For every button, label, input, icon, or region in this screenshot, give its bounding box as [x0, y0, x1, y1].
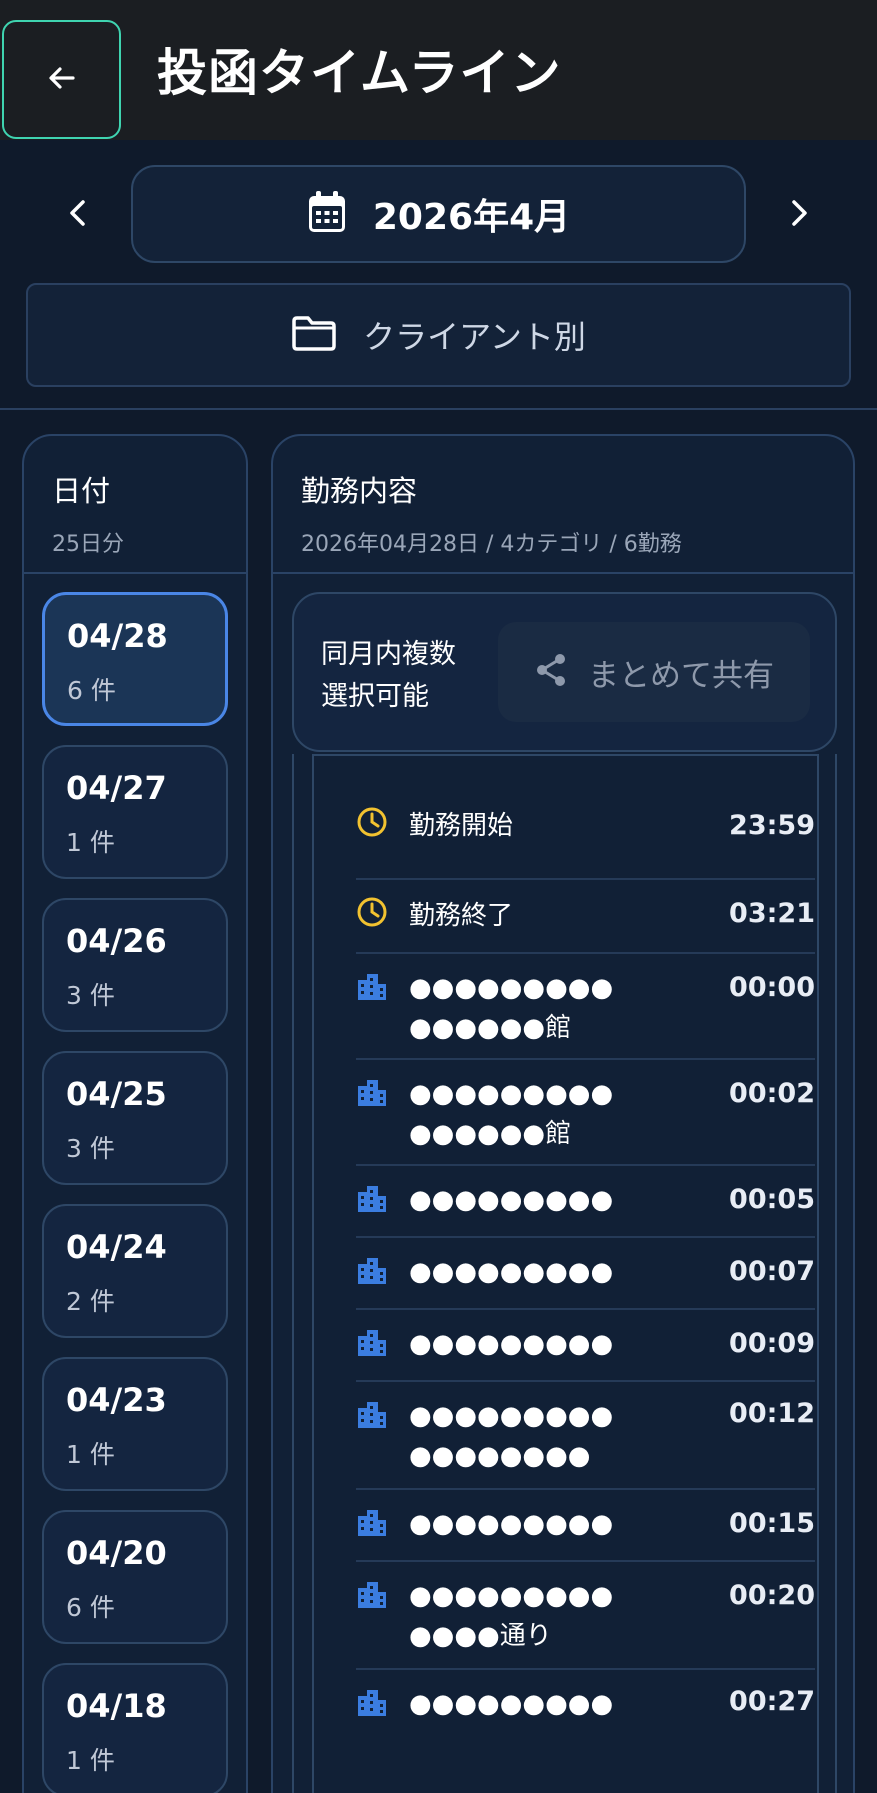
page-title: 投函タイムライン	[157, 44, 562, 102]
timeline-row-location[interactable]: ●●●●●●●●● ●●●●●●館 00:02	[356, 1060, 815, 1166]
date-count: 6 件	[66, 1593, 115, 1622]
timeline-row-location[interactable]: ●●●●●●●●● 00:15	[356, 1490, 815, 1562]
share-card: 同月内複数 選択可能 まとめて共有	[292, 592, 837, 752]
month-selector[interactable]: 2026年4月	[131, 165, 746, 263]
date-label: 04/18	[66, 1687, 167, 1725]
timeline-time: 00:05	[729, 1184, 815, 1215]
date-panel: 日付 25日分 04/28 6 件 04/27 1 件 04/26 3 件 04…	[22, 434, 248, 1793]
chevron-right-icon	[787, 198, 811, 232]
timeline-name: ●●●●●●●●● ●●●●●●館	[409, 1079, 614, 1149]
date-label: 04/27	[66, 769, 167, 807]
timeline-time: 00:00	[729, 972, 815, 1003]
clock-icon	[356, 806, 388, 838]
timeline-row-work-end[interactable]: 勤務終了 03:21	[356, 880, 815, 954]
date-item-0420[interactable]: 04/20 6 件	[42, 1510, 228, 1644]
timeline-row-location[interactable]: ●●●●●●●●● ●●●●●●●● 00:12	[356, 1382, 815, 1490]
client-filter-button[interactable]: クライアント別	[26, 283, 851, 387]
date-count: 1 件	[66, 1440, 115, 1469]
date-label: 04/23	[66, 1381, 167, 1419]
work-panel-subtitle: 2026年04月28日 / 4カテゴリ / 6勤務	[301, 532, 682, 557]
date-item-0423[interactable]: 04/23 1 件	[42, 1357, 228, 1491]
bulk-share-label: まとめて共有	[588, 657, 774, 694]
arrow-left-icon	[46, 62, 78, 98]
date-item-0424[interactable]: 04/24 2 件	[42, 1204, 228, 1338]
date-label: 04/25	[66, 1075, 167, 1113]
date-count: 6 件	[67, 676, 116, 705]
timeline-time: 00:27	[729, 1686, 815, 1717]
work-panel: 勤務内容 2026年04月28日 / 4カテゴリ / 6勤務 同月内複数 選択可…	[271, 434, 855, 1793]
date-count: 3 件	[66, 981, 115, 1010]
date-panel-title: 日付	[52, 474, 111, 508]
prev-month-button[interactable]	[53, 190, 103, 240]
timeline-name: ●●●●●●●●● ●●●●通り	[409, 1581, 614, 1651]
multi-select-label: 同月内複数 選択可能	[321, 639, 456, 712]
divider	[0, 408, 877, 410]
top-app-bar: 投函タイムライン	[0, 0, 877, 140]
date-item-0427[interactable]: 04/27 1 件	[42, 745, 228, 879]
date-item-0428[interactable]: 04/28 6 件	[42, 592, 228, 726]
date-label: 04/20	[66, 1534, 167, 1572]
chevron-left-icon	[66, 198, 90, 232]
timeline-time: 00:12	[729, 1398, 815, 1429]
date-item-0426[interactable]: 04/26 3 件	[42, 898, 228, 1032]
timeline-name: ●●●●●●●●●	[409, 1185, 614, 1215]
share-icon	[534, 652, 568, 692]
timeline-name: ●●●●●●●●●	[409, 1509, 614, 1539]
building-icon	[356, 1686, 388, 1718]
date-count: 1 件	[66, 828, 115, 857]
timeline-time: 00:02	[729, 1078, 815, 1109]
timeline-row-work-start[interactable]: 勤務開始 23:59	[356, 806, 815, 880]
building-icon	[356, 1182, 388, 1214]
building-icon	[356, 1506, 388, 1538]
timeline-time: 00:15	[729, 1508, 815, 1539]
next-month-button[interactable]	[774, 190, 824, 240]
client-filter-label: クライアント別	[363, 318, 586, 356]
building-icon	[356, 1076, 388, 1108]
date-count: 3 件	[66, 1134, 115, 1163]
timeline-name: 勤務終了	[409, 901, 514, 931]
date-count: 1 件	[66, 1746, 115, 1775]
back-button[interactable]	[2, 20, 121, 139]
work-panel-title: 勤務内容	[301, 474, 418, 508]
timeline-name: ●●●●●●●●● ●●●●●●館	[409, 973, 614, 1043]
timeline-row-location[interactable]: ●●●●●●●●● 00:09	[356, 1310, 815, 1382]
date-panel-subtitle: 25日分	[52, 532, 124, 557]
timeline-row-location[interactable]: ●●●●●●●●● 00:07	[356, 1238, 815, 1310]
timeline-row-location[interactable]: ●●●●●●●●● ●●●●●●館 00:00	[356, 954, 815, 1060]
timeline-row-location[interactable]: ●●●●●●●●● ●●●●通り 00:20	[356, 1562, 815, 1670]
date-count: 2 件	[66, 1287, 115, 1316]
work-panel-header: 勤務内容 2026年04月28日 / 4カテゴリ / 6勤務	[273, 436, 853, 574]
date-label: 04/24	[66, 1228, 167, 1266]
date-item-0425[interactable]: 04/25 3 件	[42, 1051, 228, 1185]
timeline-name: ●●●●●●●●●	[409, 1329, 614, 1359]
timeline-time: 00:20	[729, 1580, 815, 1611]
timeline-row-location[interactable]: ●●●●●●●●● 00:05	[356, 1166, 815, 1238]
building-icon	[356, 1254, 388, 1286]
timeline-time: 03:21	[729, 898, 815, 929]
timeline-time: 00:09	[729, 1328, 815, 1359]
date-panel-header: 日付 25日分	[24, 436, 246, 574]
clock-icon	[356, 896, 388, 928]
timeline-name: ●●●●●●●●●	[409, 1257, 614, 1287]
folder-icon	[291, 315, 337, 355]
building-icon	[356, 1326, 388, 1358]
timeline-time: 00:07	[729, 1256, 815, 1287]
building-icon	[356, 1398, 388, 1430]
date-item-0418[interactable]: 04/18 1 件	[42, 1663, 228, 1793]
timeline-name: ●●●●●●●●●	[409, 1689, 614, 1719]
calendar-icon	[307, 190, 347, 238]
timeline-time: 23:59	[729, 810, 815, 841]
timeline-row-location[interactable]: ●●●●●●●●● 00:27	[356, 1670, 815, 1742]
building-icon	[356, 970, 388, 1002]
building-icon	[356, 1578, 388, 1610]
bulk-share-button[interactable]: まとめて共有	[498, 622, 810, 722]
date-label: 04/28	[67, 617, 168, 655]
timeline-name: 勤務開始	[409, 811, 514, 841]
timeline-name: ●●●●●●●●● ●●●●●●●●	[409, 1401, 614, 1471]
month-label: 2026年4月	[372, 197, 571, 238]
date-label: 04/26	[66, 922, 167, 960]
timeline-container: 勤務開始 23:59 勤務終了 03:21 ●●●●●●●●● ●●●●●●館 …	[292, 754, 837, 1793]
